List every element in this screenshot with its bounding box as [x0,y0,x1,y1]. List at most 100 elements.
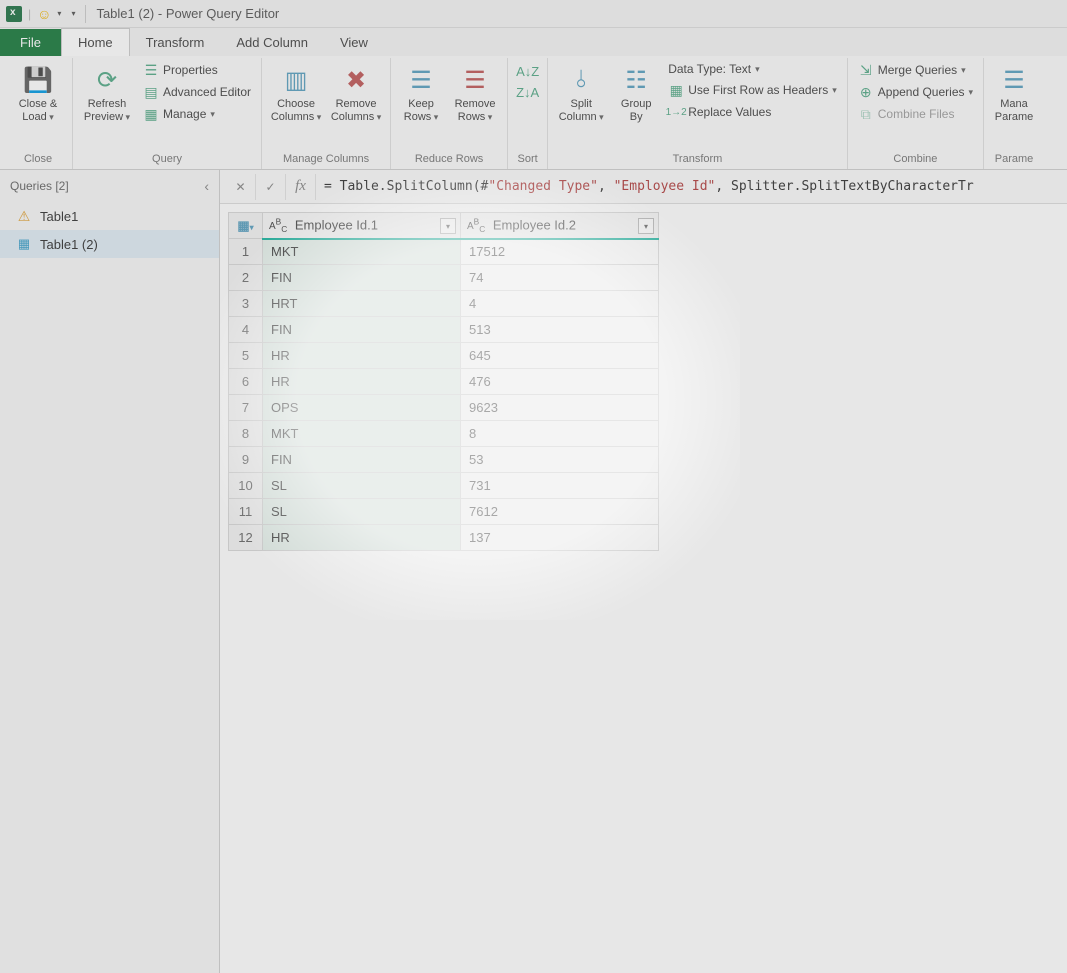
combine-files-label: Combine Files [878,107,955,121]
replace-values-button[interactable]: 1→2 Replace Values [664,102,841,122]
formula-cancel-button[interactable]: ✕ [226,174,256,200]
collapse-pane-icon[interactable]: ‹ [204,178,209,194]
qat-dropdown-icon[interactable]: ▾ [57,9,61,18]
advanced-label: Advanced Editor [163,85,251,99]
formula-accept-button[interactable]: ✓ [256,174,286,200]
cell[interactable]: HR [263,369,461,395]
queries-pane: Queries [2] ‹ ⚠Table1▦Table1 (2) [0,170,220,973]
qat-overflow-icon[interactable]: ▾ [71,9,75,18]
merge-label: Merge Queries [878,63,957,77]
cell[interactable]: HR [263,343,461,369]
row-number[interactable]: 7 [229,395,263,421]
cell[interactable]: 137 [461,525,659,551]
cell[interactable]: SL [263,473,461,499]
column-header-1[interactable]: ABC Employee Id.1 ▾ [263,213,461,239]
row-number[interactable]: 6 [229,369,263,395]
cell[interactable]: MKT [263,239,461,265]
tab-transform[interactable]: Transform [130,29,221,56]
choose-columns-button[interactable]: ▥ Choose Columns [268,60,324,128]
cell[interactable]: FIN [263,447,461,473]
table-row: 2FIN74 [229,265,659,291]
cell[interactable]: FIN [263,265,461,291]
append-queries-button[interactable]: ⊕ Append Queries [854,82,977,102]
cell[interactable]: 513 [461,317,659,343]
cell[interactable]: HRT [263,291,461,317]
data-type-label: Data Type: Text [668,62,751,76]
group-close: 💾 Close & Load Close [4,58,73,169]
row-number[interactable]: 4 [229,317,263,343]
first-row-headers-button[interactable]: ▦ Use First Row as Headers [664,80,841,100]
properties-button[interactable]: ☰ Properties [139,60,255,80]
text-type-icon: ABC [467,221,485,232]
row-number[interactable]: 5 [229,343,263,369]
cell[interactable]: 476 [461,369,659,395]
grid-corner[interactable]: ▦▾ [229,213,263,239]
cell[interactable]: FIN [263,317,461,343]
cell[interactable]: 74 [461,265,659,291]
group-by-button[interactable]: ☷ Group By [612,60,660,128]
manage-parameters-button[interactable]: ☰ Mana Parame [990,60,1038,128]
cell[interactable]: 645 [461,343,659,369]
close-and-load-button[interactable]: 💾 Close & Load [10,60,66,128]
cell[interactable]: 53 [461,447,659,473]
queries-header: Queries [2] ‹ [0,170,219,202]
tab-add-column[interactable]: Add Column [220,29,324,56]
row-number[interactable]: 8 [229,421,263,447]
title-bar: | ☺ ▾ ▾ Table1 (2) - Power Query Editor [0,0,1067,28]
split-column-button[interactable]: ⫰ Split Column [554,60,608,128]
cell[interactable]: MKT [263,421,461,447]
table-row: 10SL731 [229,473,659,499]
remove-columns-button[interactable]: ✖ Remove Columns [328,60,384,128]
row-number[interactable]: 10 [229,473,263,499]
formula-fx-button[interactable]: fx [286,174,316,200]
column-header-2[interactable]: ABC Employee Id.2 ▾ [461,213,659,239]
advanced-editor-button[interactable]: ▤ Advanced Editor [139,82,255,102]
group-label-param: Parame [990,151,1038,169]
cell[interactable]: 7612 [461,499,659,525]
cell[interactable]: 8 [461,421,659,447]
cell[interactable]: 17512 [461,239,659,265]
row-number[interactable]: 11 [229,499,263,525]
filter-icon-1[interactable]: ▾ [440,218,456,234]
keep-rows-button[interactable]: ☰ Keep Rows [397,60,445,128]
cell[interactable]: 9623 [461,395,659,421]
cell[interactable]: 731 [461,473,659,499]
table-icon: ▦ [16,236,32,252]
tab-home[interactable]: Home [61,28,130,56]
ribbon-tabs: File Home Transform Add Column View [0,28,1067,56]
remove-columns-label: Remove Columns [331,98,381,124]
row-number[interactable]: 3 [229,291,263,317]
cell[interactable]: OPS [263,395,461,421]
sort-desc-button[interactable]: Z↓A [516,85,539,100]
tab-view[interactable]: View [324,29,384,56]
formula-input[interactable]: = Table.SplitColumn(#"Changed Type", "Em… [316,175,1061,198]
data-type-button[interactable]: Data Type: Text [664,60,841,78]
refresh-label: Refresh Preview [84,98,130,124]
table-icon: ▦▾ [237,218,253,233]
cell[interactable]: HR [263,525,461,551]
smiley-icon[interactable]: ☺ [37,6,51,22]
table-row: 11SL7612 [229,499,659,525]
row-number[interactable]: 9 [229,447,263,473]
sort-asc-button[interactable]: A↓Z [516,64,539,79]
manage-button[interactable]: ▦ Manage [139,104,255,124]
query-item-0[interactable]: ⚠Table1 [0,202,219,230]
row-number[interactable]: 2 [229,265,263,291]
row-number[interactable]: 12 [229,525,263,551]
formula-text-1: = Table.SplitColumn(# [324,179,488,194]
remove-rows-button[interactable]: ☰ Remove Rows [449,60,501,128]
fx-icon: fx [295,178,306,195]
row-number[interactable]: 1 [229,239,263,265]
filter-icon-2[interactable]: ▾ [638,218,654,234]
split-column-icon: ⫰ [565,64,597,96]
refresh-preview-button[interactable]: ⟳ Refresh Preview [79,60,135,128]
tab-file[interactable]: File [0,29,61,56]
cell[interactable]: 4 [461,291,659,317]
cell[interactable]: SL [263,499,461,525]
remove-rows-icon: ☰ [459,64,491,96]
table-row: 5HR645 [229,343,659,369]
group-parameters: ☰ Mana Parame Parame [984,58,1044,169]
query-item-1[interactable]: ▦Table1 (2) [0,230,219,258]
group-sort: A↓Z Z↓A Sort [508,58,548,169]
merge-queries-button[interactable]: ⇲ Merge Queries [854,60,977,80]
